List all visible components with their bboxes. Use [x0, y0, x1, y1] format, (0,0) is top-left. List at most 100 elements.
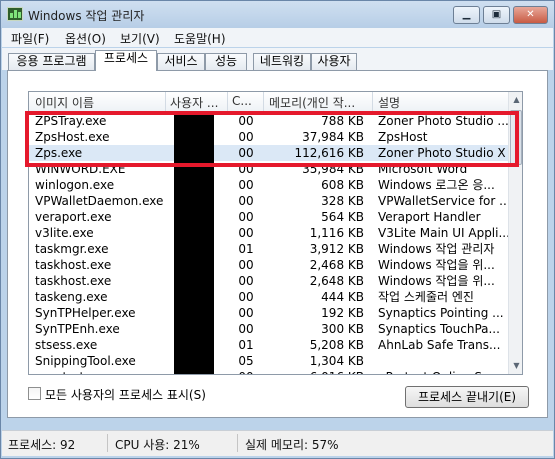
process-cpu: 01: [238, 242, 254, 256]
process-name: taskhost.exe: [35, 274, 112, 288]
process-cpu: 00: [238, 178, 254, 192]
process-row[interactable]: SnippingTool.exe 05 1,304 KB: [29, 353, 508, 369]
process-row[interactable]: stsess.exe 01 5,208 KB AhnLab Safe Trans...: [29, 337, 508, 353]
scroll-up-icon[interactable]: ▲: [509, 92, 522, 108]
tab-users[interactable]: 사용자: [311, 53, 357, 70]
process-name: SnippingTool.exe: [35, 354, 136, 368]
process-name: SynTPEnh.exe: [35, 322, 120, 336]
process-user-redacted: [174, 321, 214, 337]
process-name: SynTPHelper.exe: [35, 306, 136, 320]
process-list[interactable]: 이미지 이름 사용자 ... C... 메모리(개인 작... 설명 ZPSTr…: [28, 91, 523, 375]
process-user-redacted: [174, 369, 214, 374]
process-description: [378, 353, 508, 369]
process-cpu: 00: [238, 258, 254, 272]
minimize-button[interactable]: ▁: [453, 6, 480, 24]
status-process-count: 프로세스: 92: [8, 438, 76, 452]
process-user-redacted: [174, 193, 214, 209]
process-description: ZpsHost: [378, 130, 428, 144]
process-row[interactable]: taskhost.exe 00 2,648 KB Windows 작업을 위...: [29, 273, 508, 289]
processes-panel: 이미지 이름 사용자 ... C... 메모리(개인 작... 설명 ZPSTr…: [7, 70, 548, 418]
column-memory[interactable]: 메모리(개인 작...: [269, 94, 370, 111]
process-memory: 1,116 KB: [309, 226, 364, 240]
process-user-redacted: [174, 129, 214, 145]
menu-view[interactable]: 보기(V): [120, 30, 160, 47]
scroll-thumb[interactable]: [510, 110, 522, 165]
process-memory: 6,016 KB: [264, 369, 364, 374]
show-all-users-checkbox[interactable]: [28, 387, 41, 400]
process-user-redacted: [174, 337, 214, 353]
process-name: stsess.exe: [35, 338, 98, 352]
tab-services[interactable]: 서비스: [157, 53, 205, 70]
process-name: ZPSTray.exe: [35, 114, 107, 128]
menu-file[interactable]: 파일(F): [11, 30, 49, 47]
process-user-redacted: [174, 289, 214, 305]
column-image-name[interactable]: 이미지 이름: [35, 94, 163, 111]
process-row[interactable]: veraport.exe 00 564 KB Veraport Handler: [29, 209, 508, 225]
process-cpu: 00: [238, 274, 254, 288]
process-memory: 2,648 KB: [309, 274, 364, 288]
menu-help[interactable]: 도움말(H): [174, 30, 226, 47]
process-description: Veraport Handler: [378, 210, 481, 224]
task-manager-window: Windows 작업 관리자 ▁ ▣ ✕ 파일(F) 옵션(O) 보기(V) 도…: [0, 0, 555, 459]
process-description: Synaptics TouchPa...: [378, 322, 500, 336]
menu-options[interactable]: 옵션(O): [65, 30, 106, 47]
process-name: taskmgr.exe: [35, 242, 109, 256]
maximize-button[interactable]: ▣: [483, 6, 510, 24]
maximize-icon: ▣: [491, 9, 502, 20]
process-row[interactable]: ZPSTray.exe 00 788 KB Zoner Photo Studio ..…: [29, 113, 508, 129]
process-cpu: 00: [238, 210, 254, 224]
process-description: Windows 작업 관리자: [378, 242, 495, 256]
process-description: Windows 작업을 위...: [378, 274, 495, 288]
process-row[interactable]: taskeng.exe 00 444 KB 작업 스케줄러 엔진: [29, 289, 508, 305]
process-memory: 300 KB: [321, 322, 364, 336]
list-header: 이미지 이름 사용자 ... C... 메모리(개인 작... 설명: [29, 92, 508, 112]
process-user-redacted: [174, 209, 214, 225]
end-process-button[interactable]: 프로세스 끝내기(E): [405, 386, 529, 408]
vertical-scrollbar[interactable]: ▲ ▼: [508, 92, 522, 374]
process-row[interactable]: VPWalletDaemon.exe 00 328 KB VPWalletServic…: [29, 193, 508, 209]
process-cpu: 00: [238, 226, 254, 240]
process-row[interactable]: SynTPEnh.exe 00 300 KB Synaptics TouchPa...: [29, 321, 508, 337]
process-name: ZpsHost.exe: [35, 130, 110, 144]
tab-applications[interactable]: 응용 프로그램: [8, 53, 95, 70]
process-description: VPWalletService for ...: [378, 194, 508, 208]
process-description: Synaptics Pointing ...: [378, 306, 504, 320]
process-description: Windows 로그온 응...: [378, 178, 495, 192]
process-memory: 37,984 KB: [302, 130, 364, 144]
process-memory: 608 KB: [321, 178, 364, 192]
column-user[interactable]: 사용자 ...: [170, 94, 225, 111]
process-row[interactable]: nosstarter.npe 00 6,016 KB nProtect Online …: [29, 369, 508, 374]
process-cpu: 00: [238, 306, 254, 320]
process-description: Windows 작업을 위...: [378, 258, 495, 272]
process-row[interactable]: winlogon.exe 00 608 KB Windows 로그온 응...: [29, 177, 508, 193]
process-name: winlogon.exe: [35, 178, 115, 192]
process-name: WINWORD.EXE: [35, 162, 126, 176]
process-row[interactable]: WINWORD.EXE 00 35,984 KB Microsoft Word: [29, 161, 508, 177]
menu-bar: 파일(F) 옵션(O) 보기(V) 도움말(H): [2, 28, 553, 47]
process-memory: 2,468 KB: [309, 258, 364, 272]
process-description: Zoner Photo Studio X: [378, 146, 506, 160]
process-row[interactable]: SynTPHelper.exe 00 192 KB Synaptics Pointin…: [29, 305, 508, 321]
tab-processes[interactable]: 프로세스: [95, 50, 157, 71]
process-name: nosstarter.npe: [35, 369, 165, 374]
process-row[interactable]: taskmgr.exe 01 3,912 KB Windows 작업 관리자: [29, 241, 508, 257]
column-description[interactable]: 설명: [378, 94, 506, 111]
scroll-down-icon[interactable]: ▼: [509, 358, 522, 374]
process-description: AhnLab Safe Trans...: [378, 338, 501, 352]
process-cpu: 00: [238, 114, 254, 128]
process-user-redacted: [174, 353, 214, 369]
process-description: V3Lite Main UI Appli...: [378, 226, 508, 240]
status-cpu-usage: CPU 사용: 21%: [115, 438, 200, 452]
process-rows: ZPSTray.exe 00 788 KB Zoner Photo Studio ..…: [29, 113, 508, 374]
process-row[interactable]: ZpsHost.exe 00 37,984 KB ZpsHost: [29, 129, 508, 145]
close-button[interactable]: ✕: [513, 6, 548, 24]
process-row[interactable]: taskhost.exe 00 2,468 KB Windows 작업을 위...: [29, 257, 508, 273]
process-row[interactable]: Zps.exe 00 112,616 KB Zoner Photo Studio X: [29, 145, 508, 161]
process-cpu: 05: [238, 354, 254, 368]
column-cpu[interactable]: C...: [232, 94, 261, 111]
tab-networking[interactable]: 네트워킹: [253, 53, 311, 70]
process-name: Zps.exe: [35, 146, 83, 160]
process-row[interactable]: v3lite.exe 00 1,116 KB V3Lite Main UI Appli…: [29, 225, 508, 241]
show-all-users-label: 모든 사용자의 프로세스 표시(S): [45, 388, 206, 402]
tab-performance[interactable]: 성능: [205, 53, 247, 70]
